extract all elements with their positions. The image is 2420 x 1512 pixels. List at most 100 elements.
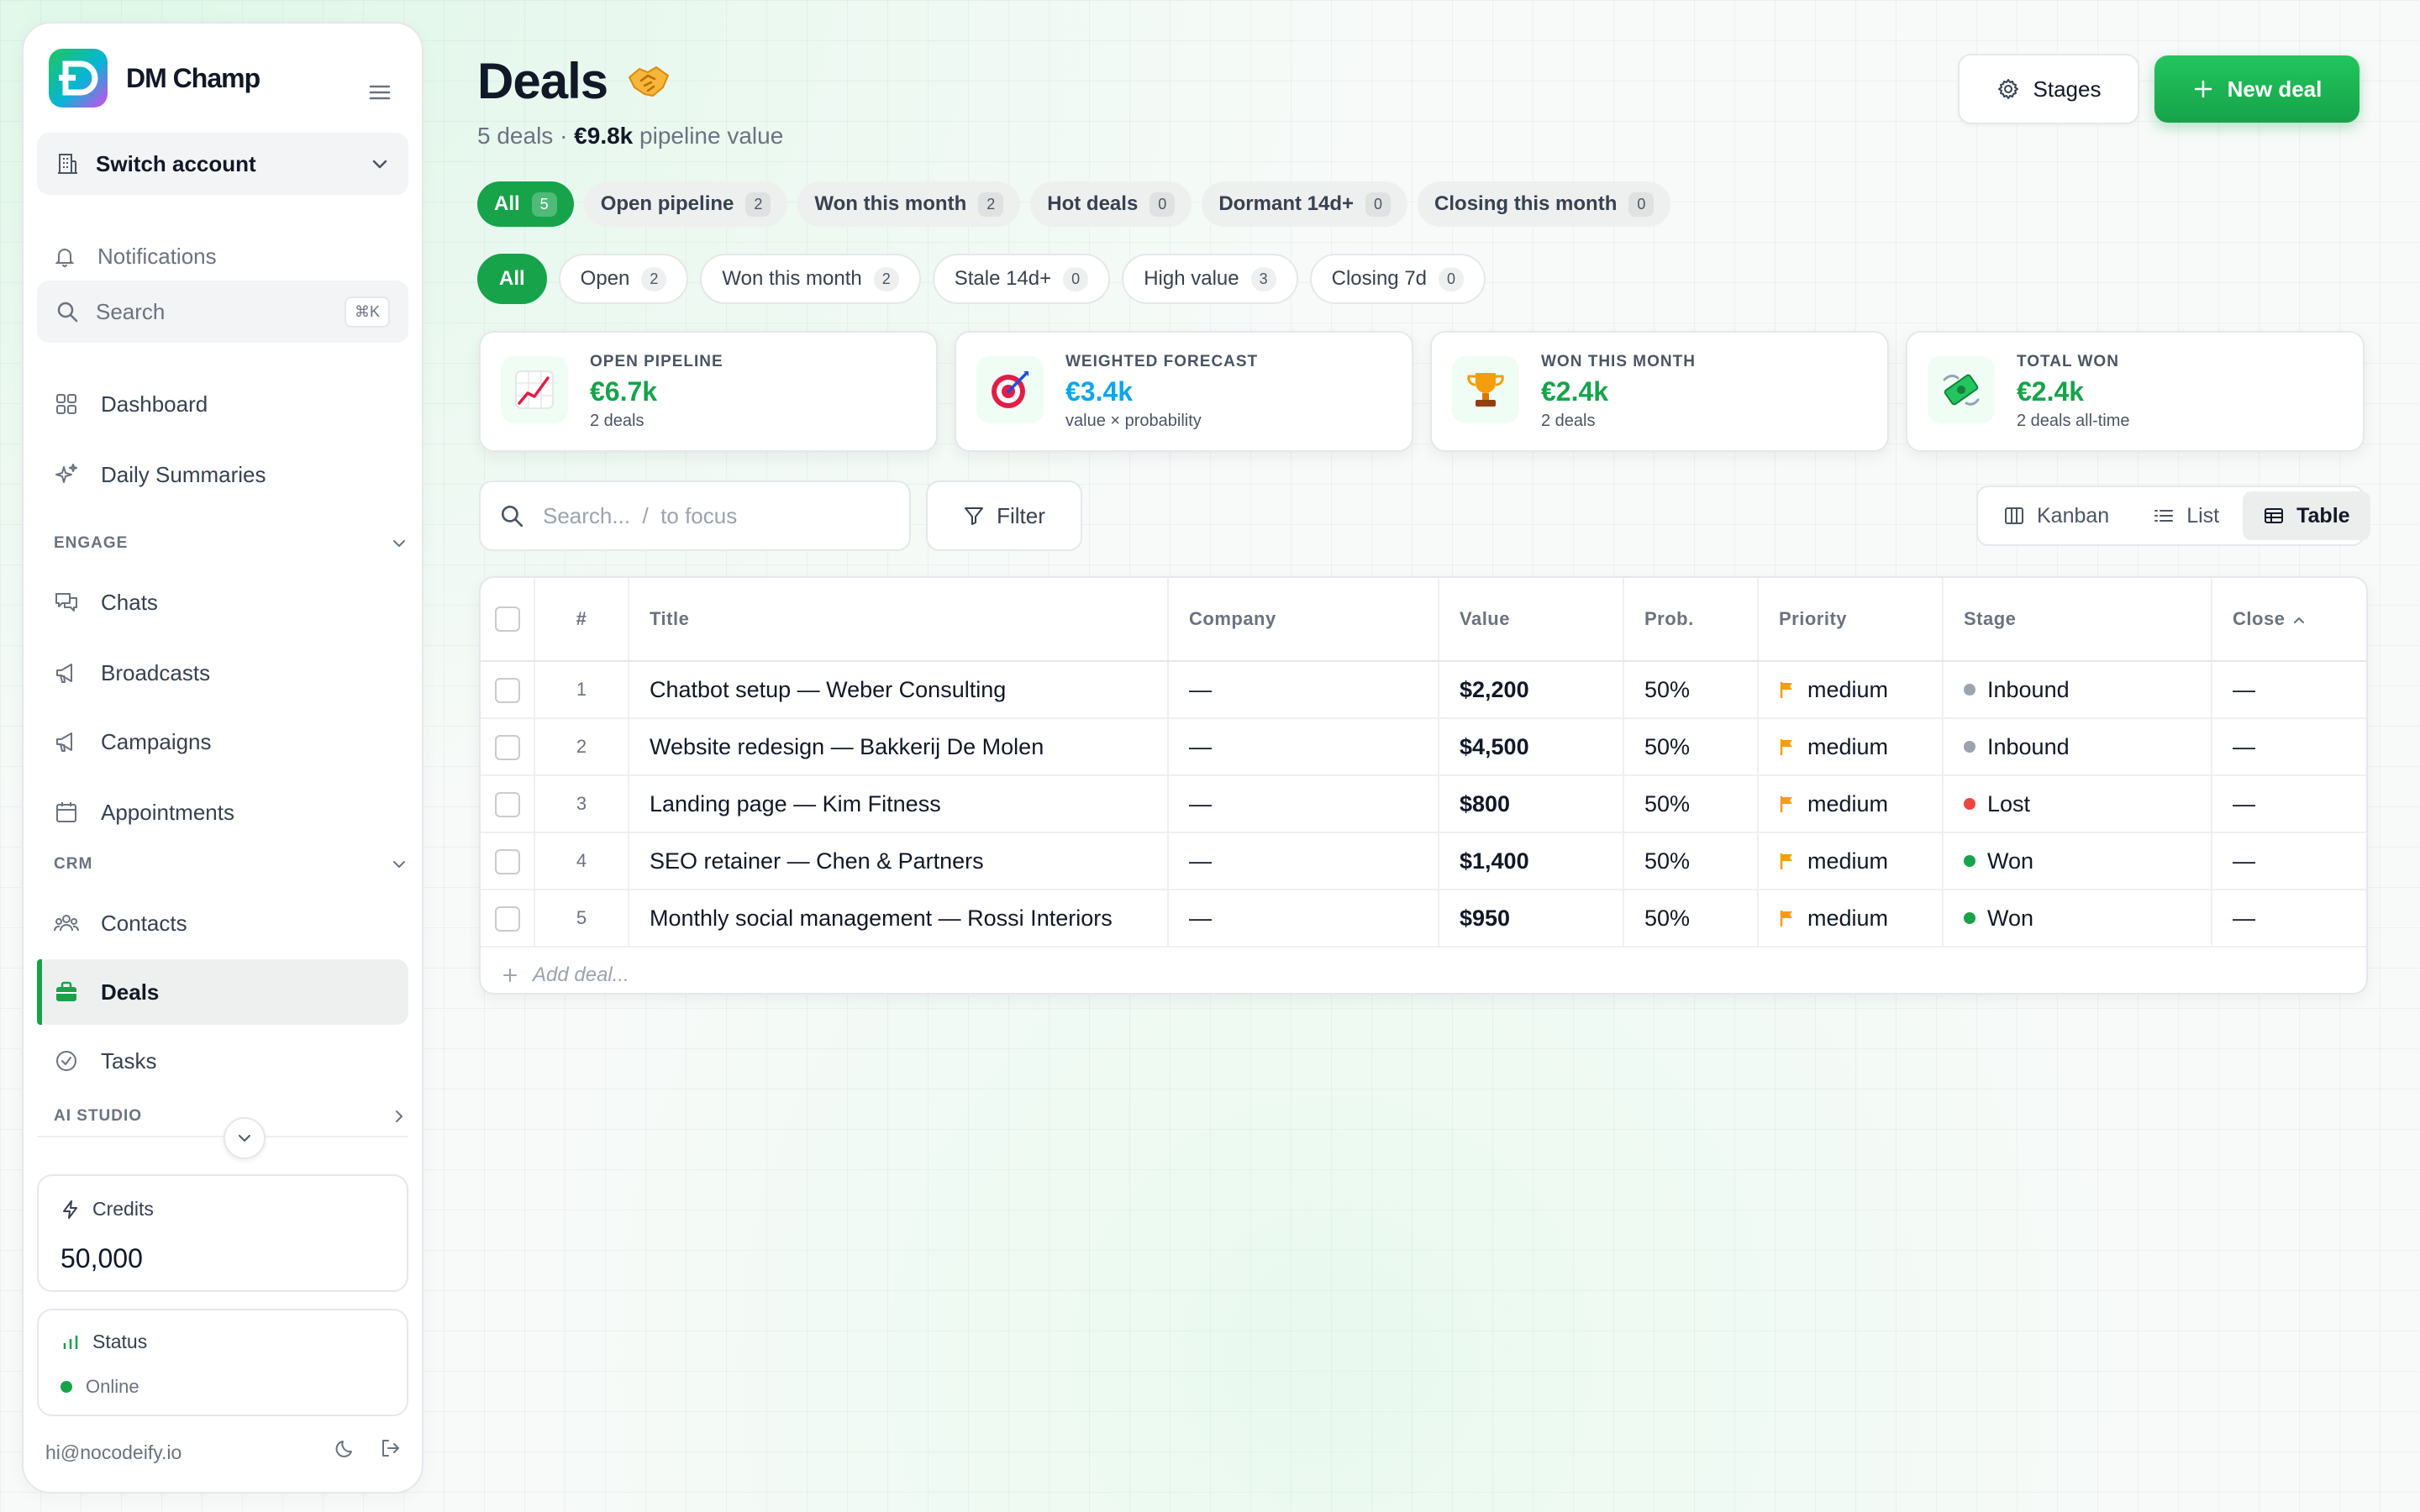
row-checkbox[interactable]: [481, 775, 535, 833]
cell-value[interactable]: $1,400: [1439, 832, 1624, 890]
sidebar-item-dashboard[interactable]: Dashboard: [37, 371, 408, 437]
sidebar-item-contacts[interactable]: Contacts: [37, 890, 408, 956]
add-deal-row[interactable]: Add deal...: [481, 948, 2366, 993]
view-list[interactable]: List: [2133, 491, 2239, 540]
cell-priority[interactable]: medium: [1758, 775, 1944, 833]
row-checkbox[interactable]: [481, 832, 535, 890]
filter-label: Filter: [997, 502, 1045, 528]
saved-view-open-pipeline[interactable]: Open pipeline 2: [583, 181, 788, 227]
filter-button[interactable]: Filter: [926, 480, 1082, 551]
cell-priority[interactable]: medium: [1758, 832, 1944, 890]
cell-prob[interactable]: 50%: [1623, 718, 1759, 776]
saved-view-dormant[interactable]: Dormant 14d+ 0: [1202, 181, 1408, 227]
saved-view-won-this-month[interactable]: Won this month 2: [797, 181, 1021, 227]
cell-company[interactable]: —: [1168, 832, 1439, 890]
saved-view-hot-deals[interactable]: Hot deals 0: [1030, 181, 1192, 227]
table-row[interactable]: 1 Chatbot setup — Weber Consulting — $2,200…: [481, 661, 2366, 719]
deals-search-input[interactable]: Search... / to focus: [479, 480, 911, 551]
cell-stage[interactable]: Won: [1943, 890, 2212, 948]
quick-filter-stale[interactable]: Stale 14d+ 0: [932, 254, 1111, 304]
table-row[interactable]: 3 Landing page — Kim Fitness — $800 50% mediu…: [481, 775, 2366, 833]
new-deal-button[interactable]: New deal: [2154, 55, 2360, 123]
menu-toggle-icon[interactable]: [368, 82, 392, 102]
section-crm[interactable]: CRM: [54, 855, 408, 874]
stages-button[interactable]: Stages: [1958, 54, 2139, 124]
cell-prob[interactable]: 50%: [1623, 775, 1759, 833]
col-header-title[interactable]: Title: [629, 578, 1169, 662]
sidebar-item-daily-summaries[interactable]: Daily Summaries: [37, 442, 408, 507]
credits-card[interactable]: Credits 50,000: [37, 1174, 408, 1292]
table-row[interactable]: 2 Website redesign — Bakkerij De Molen — $4…: [481, 718, 2366, 776]
stat-card-weighted-forecast[interactable]: WEIGHTED FORECAST €3.4k value × probabil…: [955, 331, 1413, 452]
cell-close[interactable]: —: [2212, 718, 2366, 776]
row-checkbox[interactable]: [481, 718, 535, 776]
col-header-priority[interactable]: Priority: [1758, 578, 1944, 662]
status-card[interactable]: Status Online: [37, 1309, 408, 1416]
cell-company[interactable]: —: [1168, 890, 1439, 948]
scroll-down-button[interactable]: [224, 1117, 266, 1159]
cell-value[interactable]: $950: [1439, 890, 1624, 948]
row-checkbox[interactable]: [481, 661, 535, 719]
cell-prob[interactable]: 50%: [1623, 661, 1759, 719]
stat-card-open-pipeline[interactable]: OPEN PIPELINE €6.7k 2 deals: [479, 331, 938, 452]
quick-filter-won-this-month[interactable]: Won this month 2: [700, 254, 921, 304]
select-all-checkbox[interactable]: [481, 578, 535, 662]
saved-view-closing-this-month[interactable]: Closing this month 0: [1418, 181, 1671, 227]
quick-filter-all[interactable]: All: [477, 254, 547, 304]
col-header-prob[interactable]: Prob.: [1623, 578, 1759, 662]
sidebar-item-deals[interactable]: Deals: [37, 959, 408, 1025]
notifications-link[interactable]: Notifications: [54, 244, 217, 270]
col-header-value[interactable]: Value: [1439, 578, 1624, 662]
table-row[interactable]: 4 SEO retainer — Chen & Partners — $1,400 50…: [481, 832, 2366, 890]
cell-priority[interactable]: medium: [1758, 890, 1944, 948]
cell-stage[interactable]: Won: [1943, 832, 2212, 890]
sidebar-item-campaigns[interactable]: Campaigns: [37, 709, 408, 774]
switch-account-button[interactable]: Switch account: [37, 133, 408, 195]
sidebar-item-tasks[interactable]: Tasks: [37, 1028, 408, 1094]
cell-priority[interactable]: medium: [1758, 718, 1944, 776]
cell-stage[interactable]: Lost: [1943, 775, 2212, 833]
view-table[interactable]: Table: [2243, 491, 2370, 540]
brand[interactable]: DM Champ: [49, 49, 260, 108]
section-engage[interactable]: ENGAGE: [54, 534, 408, 553]
col-header-company[interactable]: Company: [1168, 578, 1439, 662]
cell-close[interactable]: —: [2212, 890, 2366, 948]
cell-prob[interactable]: 50%: [1623, 890, 1759, 948]
stat-card-total-won[interactable]: TOTAL WON €2.4k 2 deals all-time: [1906, 331, 2365, 452]
quick-filter-open[interactable]: Open 2: [558, 254, 689, 304]
sidebar-item-appointments[interactable]: Appointments: [37, 780, 408, 845]
moon-icon[interactable]: [334, 1436, 358, 1460]
sidebar-search-input[interactable]: Search ⌘K: [37, 281, 408, 343]
stat-card-won-this-month[interactable]: WON THIS MONTH €2.4k 2 deals: [1430, 331, 1889, 452]
cell-title[interactable]: Website redesign — Bakkerij De Molen: [629, 718, 1169, 776]
cell-value[interactable]: $2,200: [1439, 661, 1624, 719]
col-header-num[interactable]: #: [534, 578, 629, 662]
cell-value[interactable]: $800: [1439, 775, 1624, 833]
table-row[interactable]: 5 Monthly social management — Rossi Inter…: [481, 890, 2366, 948]
cell-prob[interactable]: 50%: [1623, 832, 1759, 890]
sidebar-item-broadcasts[interactable]: Broadcasts: [37, 640, 408, 706]
cell-company[interactable]: —: [1168, 718, 1439, 776]
saved-view-all[interactable]: All 5: [477, 181, 574, 227]
view-kanban[interactable]: Kanban: [1983, 491, 2129, 540]
quick-filter-closing-7d[interactable]: Closing 7d 0: [1309, 254, 1486, 304]
cell-close[interactable]: —: [2212, 661, 2366, 719]
cell-company[interactable]: —: [1168, 775, 1439, 833]
cell-stage[interactable]: Inbound: [1943, 661, 2212, 719]
cell-title[interactable]: Landing page — Kim Fitness: [629, 775, 1169, 833]
col-header-stage[interactable]: Stage: [1943, 578, 2212, 662]
cell-priority[interactable]: medium: [1758, 661, 1944, 719]
cell-value[interactable]: $4,500: [1439, 718, 1624, 776]
cell-company[interactable]: —: [1168, 661, 1439, 719]
cell-stage[interactable]: Inbound: [1943, 718, 2212, 776]
cell-close[interactable]: —: [2212, 832, 2366, 890]
row-checkbox[interactable]: [481, 890, 535, 948]
cell-title[interactable]: Chatbot setup — Weber Consulting: [629, 661, 1169, 719]
cell-title[interactable]: Monthly social management — Rossi Interi…: [629, 890, 1169, 948]
col-header-close[interactable]: Close: [2212, 578, 2366, 662]
quick-filter-high-value[interactable]: High value 3: [1122, 254, 1298, 304]
cell-title[interactable]: SEO retainer — Chen & Partners: [629, 832, 1169, 890]
sidebar-item-chats[interactable]: Chats: [37, 570, 408, 635]
logout-icon[interactable]: [378, 1436, 402, 1460]
cell-close[interactable]: —: [2212, 775, 2366, 833]
